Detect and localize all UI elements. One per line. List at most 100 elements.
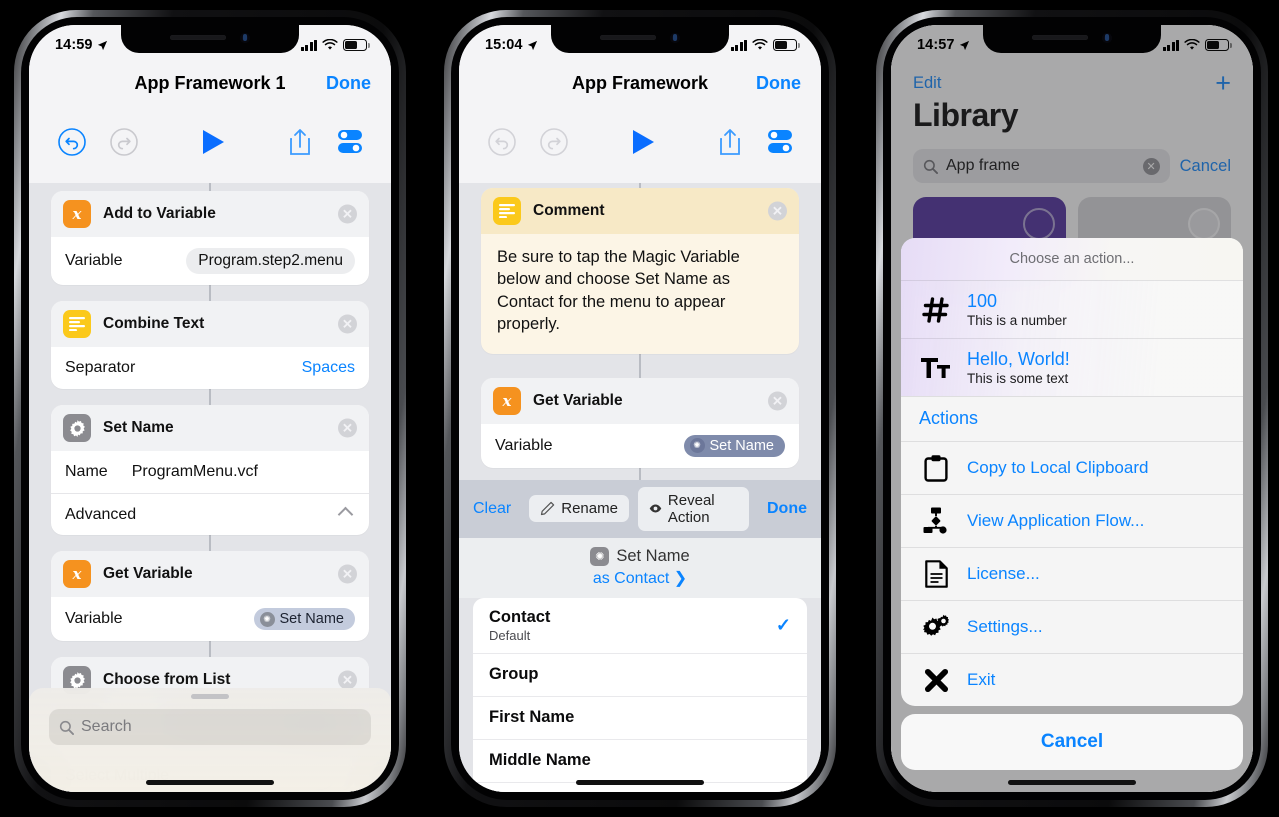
close-icon[interactable]: ✕: [768, 201, 787, 221]
list-item[interactable]: Middle Name: [473, 738, 807, 782]
parameter-value[interactable]: Spaces: [302, 359, 355, 377]
play-icon[interactable]: [200, 128, 226, 156]
variable-x-icon: x: [63, 560, 91, 588]
section-header-actions[interactable]: Actions: [901, 396, 1243, 441]
home-indicator[interactable]: [1008, 780, 1136, 785]
action-parameter-row[interactable]: Variable ✺ Set Name: [51, 597, 369, 641]
status-right: [1162, 39, 1232, 51]
variable-toolbar[interactable]: Clear Rename Reveal Action Done: [459, 479, 821, 538]
undo-icon: [487, 127, 517, 157]
action-card-header[interactable]: x Get Variable ✕: [51, 551, 369, 597]
reveal-label: Reveal Action: [667, 491, 715, 526]
list-item[interactable]: Hello, World! This is some text: [901, 338, 1243, 396]
status-left: 14:59: [55, 37, 108, 53]
search-sheet[interactable]: Search: [29, 688, 391, 792]
action-card-header[interactable]: x Add to Variable ✕: [51, 191, 369, 237]
phone-1-screen: 14:59 App Framework 1 Done x Add to Vari…: [29, 25, 391, 792]
search-input[interactable]: Search: [49, 709, 371, 745]
notch: [121, 25, 299, 53]
search-placeholder: Search: [81, 718, 132, 735]
home-indicator[interactable]: [576, 780, 704, 785]
cancel-button[interactable]: Cancel: [901, 714, 1243, 770]
actions-list[interactable]: Comment ✕ Be sure to tap the Magic Varia…: [459, 183, 821, 792]
phone-3-screen: Edit + Library App frame ✕ Cancel 14:57 …: [891, 25, 1253, 792]
variable-type-link[interactable]: as Contact ❯: [459, 568, 821, 588]
screenshot-stage: 14:59 App Framework 1 Done x Add to Vari…: [0, 0, 1279, 817]
item-title: Copy to Local Clipboard: [967, 458, 1149, 477]
action-card-header[interactable]: Combine Text ✕: [51, 301, 369, 347]
clear-button[interactable]: Clear: [473, 500, 511, 518]
option-title: Group: [489, 665, 539, 684]
chevron-up-icon[interactable]: [337, 506, 354, 523]
settings-toggles-icon[interactable]: [335, 128, 365, 156]
action-parameter-row[interactable]: Separator Spaces: [51, 347, 369, 389]
status-right: [300, 39, 370, 51]
list-item[interactable]: Contact Default ✓: [473, 598, 807, 653]
settings-toggles-icon[interactable]: [765, 128, 795, 156]
parameter-value[interactable]: Program.step2.menu: [186, 248, 355, 274]
parameter-label: Variable: [65, 610, 123, 627]
action-card[interactable]: x Get Variable ✕ Variable ✺ Set Name: [481, 377, 799, 468]
rename-button[interactable]: Rename: [529, 495, 629, 523]
list-item[interactable]: First Name: [473, 695, 807, 739]
status-right: [730, 39, 800, 51]
done-button[interactable]: Done: [767, 500, 807, 518]
undo-icon[interactable]: [57, 127, 87, 157]
home-indicator[interactable]: [146, 780, 274, 785]
action-sheet[interactable]: Choose an action... 100 This is a number: [901, 238, 1243, 770]
option-subtitle: Default: [489, 627, 531, 643]
list-item[interactable]: Settings...: [901, 600, 1243, 653]
action-card-header[interactable]: Set Name ✕: [51, 405, 369, 451]
list-item[interactable]: Copy to Local Clipboard: [901, 441, 1243, 494]
play-icon[interactable]: [630, 128, 656, 156]
magic-variable-token[interactable]: ✺ Set Name: [683, 434, 785, 457]
close-icon[interactable]: ✕: [768, 391, 787, 411]
list-item[interactable]: 100 This is a number: [901, 280, 1243, 338]
reveal-action-button[interactable]: Reveal Action: [637, 486, 749, 531]
close-icon[interactable]: ✕: [338, 418, 357, 438]
magic-variable-token[interactable]: ✺ Set Name: [253, 608, 355, 630]
parameter-label: Name: [65, 463, 108, 480]
share-icon[interactable]: [717, 127, 743, 157]
item-title: License...: [967, 564, 1040, 583]
front-camera-icon: [240, 32, 250, 43]
text-format-icon: [919, 356, 953, 380]
close-icon[interactable]: ✕: [338, 204, 357, 224]
document-icon: [919, 560, 953, 588]
list-item[interactable]: View Application Flow...: [901, 494, 1243, 547]
done-button[interactable]: Done: [756, 73, 801, 94]
parameter-label: Variable: [495, 436, 553, 454]
item-subtitle: This is some text: [967, 371, 1069, 386]
action-card[interactable]: x Get Variable ✕ Variable ✺ Set Name: [51, 551, 369, 641]
comment-card[interactable]: Comment ✕ Be sure to tap the Magic Varia…: [481, 188, 799, 354]
close-icon[interactable]: ✕: [338, 670, 357, 690]
list-item[interactable]: Group: [473, 652, 807, 696]
location-arrow-icon: [959, 40, 969, 50]
action-card[interactable]: Combine Text ✕ Separator Spaces: [51, 301, 369, 389]
close-icon[interactable]: ✕: [338, 564, 357, 584]
phone-2: 15:04 App Framework Done Comment ✕ Be su…: [444, 10, 836, 807]
list-item[interactable]: License...: [901, 547, 1243, 600]
sheet-grabber[interactable]: [191, 694, 229, 699]
parameter-value[interactable]: ProgramMenu.vcf: [132, 463, 258, 481]
action-parameter-row[interactable]: Variable Program.step2.menu: [51, 237, 369, 285]
notch: [551, 25, 729, 53]
action-card[interactable]: Set Name ✕ Name ProgramMenu.vcf Advanced: [51, 405, 369, 535]
comment-text[interactable]: Be sure to tap the Magic Variable below …: [481, 234, 799, 354]
list-item[interactable]: Exit: [901, 653, 1243, 706]
content-type-options[interactable]: Contact Default ✓ Group First Name Middl…: [473, 597, 807, 792]
action-title: Choose from List: [103, 671, 231, 688]
front-camera-icon: [670, 32, 680, 43]
advanced-disclosure-row[interactable]: Advanced: [51, 493, 369, 535]
share-icon[interactable]: [287, 127, 313, 157]
action-card-header[interactable]: x Get Variable ✕: [481, 377, 799, 424]
close-icon[interactable]: ✕: [338, 314, 357, 334]
action-card[interactable]: x Add to Variable ✕ Variable Program.ste…: [51, 191, 369, 285]
done-button[interactable]: Done: [326, 73, 371, 94]
action-parameter-row[interactable]: Name ProgramMenu.vcf: [51, 451, 369, 493]
cellular-bars-icon: [300, 39, 317, 51]
comment-card-header[interactable]: Comment ✕: [481, 188, 799, 234]
number-hash-icon: [919, 296, 953, 323]
item-title: Hello, World!: [967, 349, 1070, 369]
action-parameter-row[interactable]: Variable ✺ Set Name: [481, 424, 799, 468]
